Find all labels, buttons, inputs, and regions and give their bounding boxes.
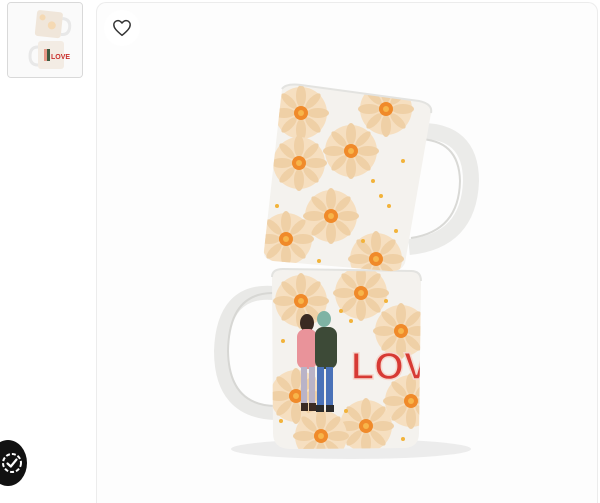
heart-outline-icon [113, 19, 131, 37]
verified-check-icon [2, 453, 22, 473]
love-print-text: LOVE [351, 346, 454, 388]
thumbnail-list: LOVE [7, 2, 83, 78]
thumbnail-image: LOVE [8, 3, 82, 77]
favorite-button[interactable] [104, 10, 140, 46]
thumbnail-love-text: LOVE [51, 54, 70, 61]
thumbnail-stacked-mugs[interactable]: LOVE [7, 2, 83, 78]
product-image-mugs: LOVE [213, 83, 480, 459]
product-image-viewer[interactable]: LOVE [96, 2, 598, 503]
verified-badge[interactable] [0, 440, 27, 486]
